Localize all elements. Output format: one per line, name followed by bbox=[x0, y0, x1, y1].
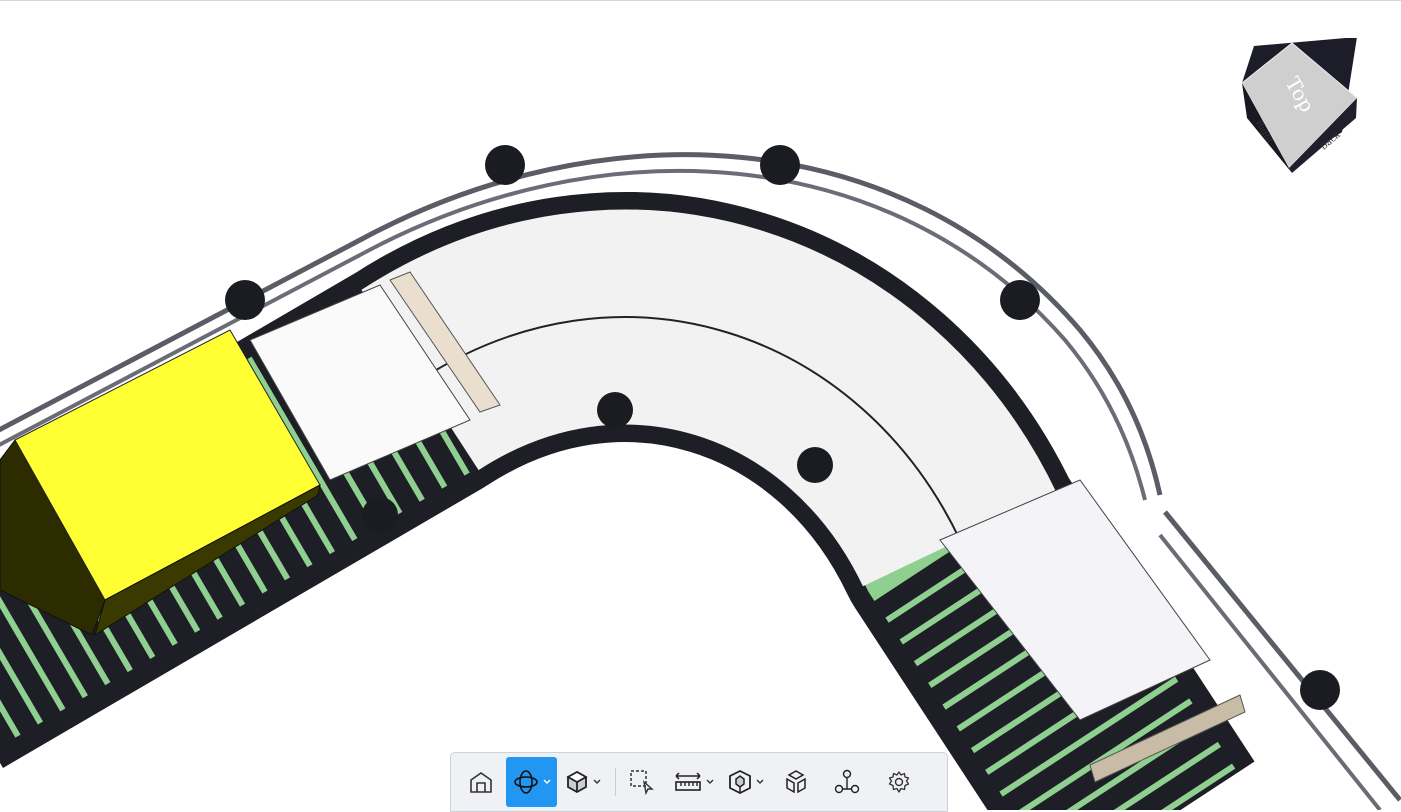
chevron-down-icon bbox=[593, 779, 601, 784]
view-cube[interactable]: Top Right Back bbox=[1232, 37, 1367, 178]
ruler-icon bbox=[675, 772, 701, 791]
explode-icon bbox=[786, 770, 806, 794]
home-button[interactable] bbox=[460, 757, 502, 807]
gear-icon bbox=[888, 771, 910, 793]
orbit-icon bbox=[513, 770, 538, 794]
section-icon bbox=[729, 769, 751, 795]
measure-button[interactable] bbox=[668, 757, 720, 807]
cube-icon bbox=[566, 770, 588, 794]
box-select-icon bbox=[630, 770, 654, 795]
camera-view-button[interactable] bbox=[557, 757, 609, 807]
chevron-down-icon bbox=[543, 779, 550, 784]
chevron-down-icon bbox=[706, 779, 714, 784]
chevron-down-icon bbox=[756, 779, 764, 784]
orbit-button[interactable] bbox=[506, 757, 557, 807]
home-icon bbox=[470, 772, 492, 793]
settings-button[interactable] bbox=[874, 757, 924, 807]
section-analysis-button[interactable] bbox=[720, 757, 772, 807]
conveyor-belt-curve bbox=[361, 209, 1058, 589]
viewer-toolbar bbox=[450, 752, 948, 812]
3d-model-canvas[interactable] bbox=[0, 0, 1401, 810]
explode-model-button[interactable] bbox=[772, 757, 820, 807]
model-tree-icon bbox=[834, 769, 860, 794]
toolbar-separator bbox=[615, 768, 616, 796]
box-select-button[interactable] bbox=[622, 757, 662, 807]
model-browser-button[interactable] bbox=[820, 757, 874, 807]
